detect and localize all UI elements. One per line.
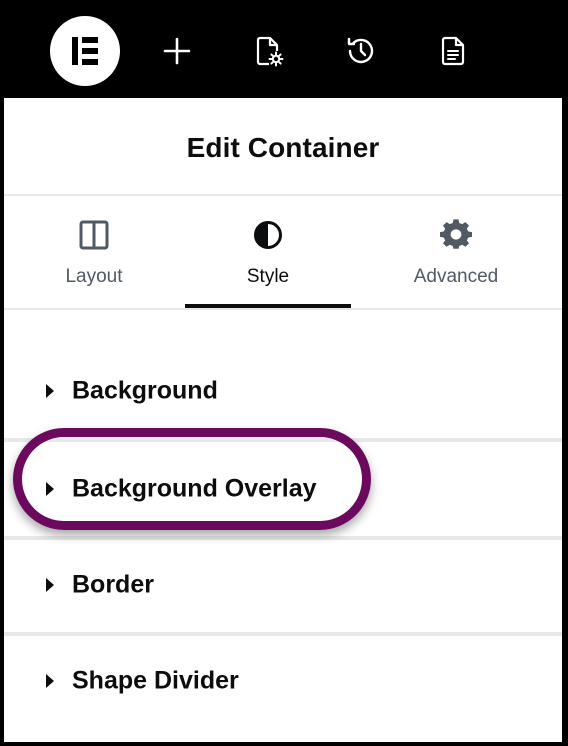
tab-layout-label: Layout	[65, 266, 123, 287]
tab-advanced[interactable]: Advanced	[372, 196, 540, 308]
section-background[interactable]: Background	[4, 344, 562, 442]
document-icon[interactable]	[436, 34, 470, 68]
tab-advanced-label: Advanced	[413, 266, 499, 287]
panel-header: Edit Container	[4, 98, 562, 196]
tab-style[interactable]: Style	[185, 196, 351, 308]
section-background-overlay[interactable]: Background Overlay	[4, 442, 562, 540]
gear-icon	[439, 218, 473, 252]
section-border[interactable]: Border	[4, 538, 562, 636]
section-shape-divider[interactable]: Shape Divider	[4, 634, 562, 728]
page-settings-icon[interactable]	[251, 34, 285, 68]
elementor-logo-icon[interactable]	[50, 16, 120, 86]
history-icon[interactable]	[344, 34, 378, 68]
caret-right-icon	[46, 578, 54, 592]
columns-icon	[77, 218, 111, 252]
contrast-icon	[251, 218, 285, 252]
caret-right-icon	[46, 384, 54, 398]
tab-layout[interactable]: Layout	[4, 196, 184, 308]
section-title: Background Overlay	[72, 474, 317, 503]
active-tab-indicator	[185, 304, 351, 308]
editor-panel: Edit Container Layout Style Advanced Bac…	[4, 4, 562, 742]
section-title: Background	[72, 376, 218, 405]
page-title: Edit Container	[186, 132, 380, 163]
section-title: Border	[72, 570, 154, 599]
caret-right-icon	[46, 482, 54, 496]
caret-right-icon	[46, 674, 54, 688]
top-toolbar	[4, 4, 562, 98]
tab-style-label: Style	[246, 266, 290, 287]
section-title: Shape Divider	[72, 666, 239, 695]
panel-tabs: Layout Style Advanced	[4, 196, 562, 310]
add-icon[interactable]	[160, 34, 194, 68]
